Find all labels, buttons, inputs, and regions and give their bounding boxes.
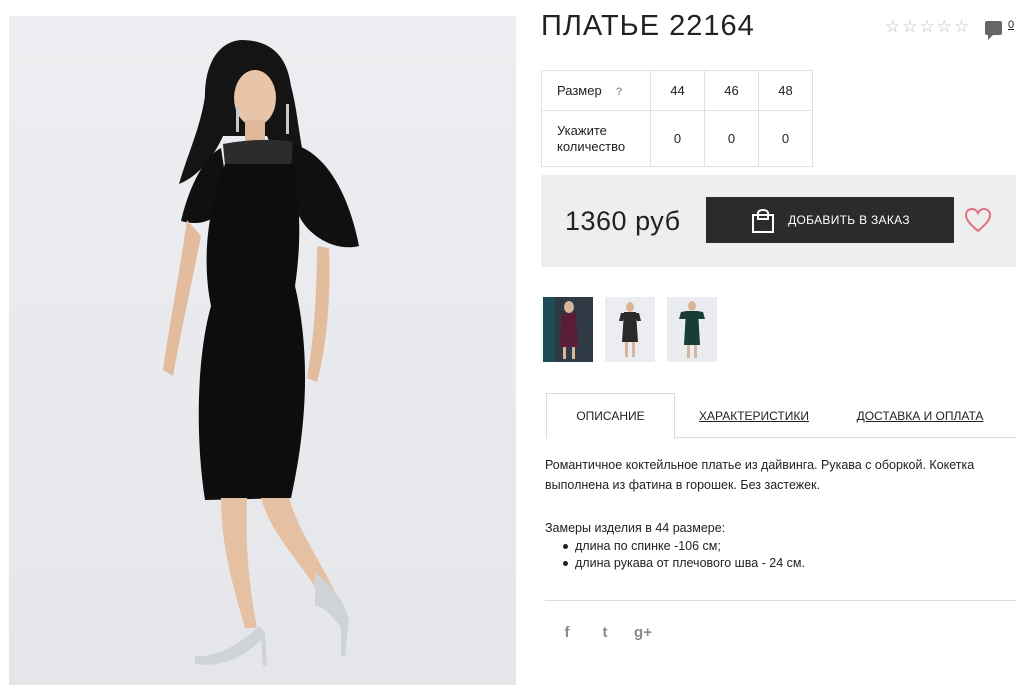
tab-characteristics[interactable]: ХАРАКТЕРИСТИКИ xyxy=(696,393,812,438)
size-quantity-table: Размер? 44 46 48 Укажите количество 0 0 … xyxy=(541,70,813,167)
google-plus-icon[interactable]: g+ xyxy=(634,624,652,641)
thumbnail-image xyxy=(605,297,655,362)
quantity-input-46[interactable]: 0 xyxy=(704,110,759,167)
size-label-cell: Размер? xyxy=(541,70,651,111)
thumbnail-burgundy-dress[interactable] xyxy=(543,297,593,362)
buy-box: 1360 руб ДОБАВИТЬ В ЗАКАЗ xyxy=(541,175,1016,267)
rating-stars[interactable]: ☆ ☆ ☆ ☆ ☆ xyxy=(885,18,969,35)
quantity-input-44[interactable]: 0 xyxy=(650,110,705,167)
product-main-photo[interactable] xyxy=(9,16,516,685)
product-price: 1360 руб xyxy=(565,206,681,236)
heart-icon[interactable] xyxy=(964,207,992,233)
comment-bubble-icon xyxy=(985,21,1002,40)
tab-delivery-payment[interactable]: ДОСТАВКА И ОПЛАТА xyxy=(854,393,986,438)
star-icon[interactable]: ☆ xyxy=(937,18,952,35)
star-icon[interactable]: ☆ xyxy=(954,18,969,35)
quantity-input-48[interactable]: 0 xyxy=(758,110,813,167)
model-photo-illustration xyxy=(163,40,359,666)
quantity-label: Укажите количество xyxy=(541,110,651,167)
size-help-icon[interactable]: ? xyxy=(616,86,623,98)
add-to-order-button[interactable]: ДОБАВИТЬ В ЗАКАЗ xyxy=(706,197,954,243)
size-option-44: 44 xyxy=(650,70,705,111)
size-option-46: 46 xyxy=(704,70,759,111)
comments-count[interactable]: 0 xyxy=(1008,19,1014,31)
measurements-list: длина по спинке -106 см; длина рукава от… xyxy=(563,538,805,572)
comments-link[interactable]: 0 xyxy=(985,19,1014,40)
product-description: Романтичное коктейльное платье из дайвин… xyxy=(545,458,975,492)
thumbnail-image xyxy=(543,297,593,362)
thumbnail-gallery xyxy=(543,297,717,362)
thumbnail-green-dress[interactable] xyxy=(667,297,717,362)
thumbnail-black-dress[interactable] xyxy=(605,297,655,362)
divider xyxy=(545,600,1016,601)
list-item: длина рукава от плечового шва - 24 см. xyxy=(563,555,805,572)
twitter-icon[interactable]: t xyxy=(596,624,614,641)
facebook-icon[interactable]: f xyxy=(558,624,576,641)
shopping-bag-icon xyxy=(752,209,775,233)
list-item: длина по спинке -106 см; xyxy=(563,538,805,555)
measurements-title: Замеры изделия в 44 размере: xyxy=(545,521,726,535)
size-option-48: 48 xyxy=(758,70,813,111)
size-label: Размер xyxy=(557,83,602,98)
star-icon[interactable]: ☆ xyxy=(902,18,917,35)
star-icon[interactable]: ☆ xyxy=(920,18,935,35)
product-title: ПЛАТЬЕ 22164 xyxy=(541,10,755,42)
product-tabs: ОПИСАНИЕ ХАРАКТЕРИСТИКИ ДОСТАВКА И ОПЛАТ… xyxy=(546,393,1016,439)
add-to-order-label: ДОБАВИТЬ В ЗАКАЗ xyxy=(788,213,910,227)
quantity-label-text: Укажите количество xyxy=(557,122,626,154)
thumbnail-image xyxy=(667,297,717,362)
tab-description[interactable]: ОПИСАНИЕ xyxy=(546,393,675,439)
star-icon[interactable]: ☆ xyxy=(885,18,900,35)
social-share: f t g+ xyxy=(558,624,652,641)
